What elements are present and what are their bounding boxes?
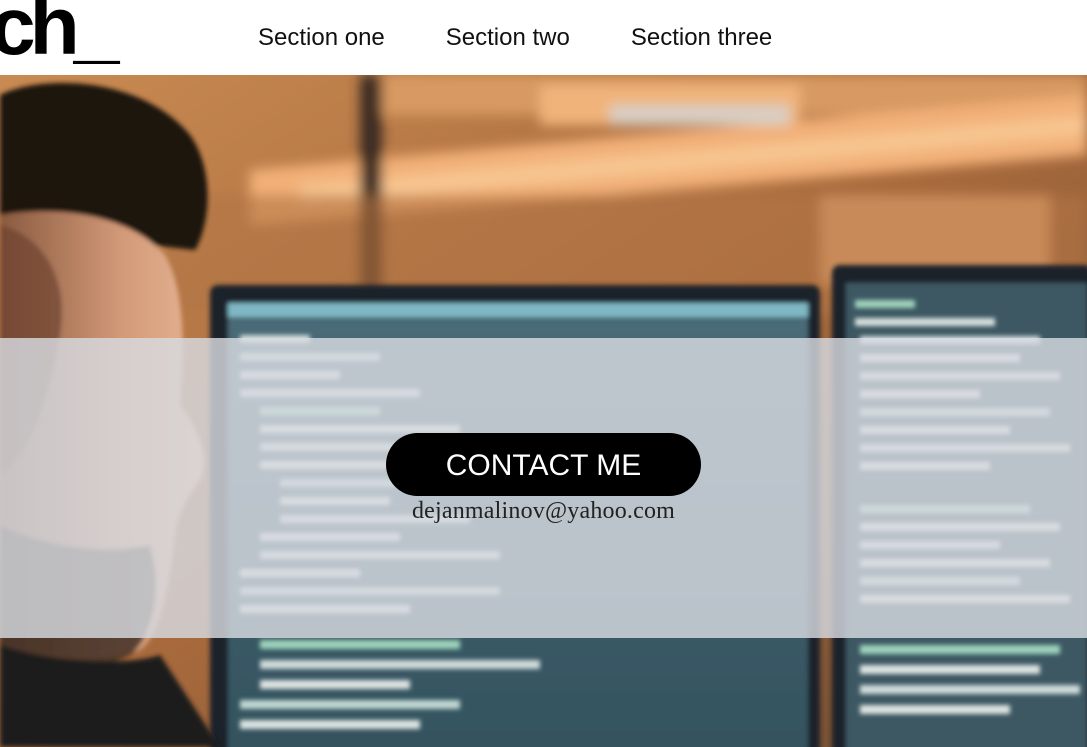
site-logo[interactable]: ch_: [0, 0, 119, 68]
nav-link-section-one[interactable]: Section one: [258, 24, 385, 52]
nav-link-section-two[interactable]: Section two: [446, 24, 570, 52]
nav-link-section-three[interactable]: Section three: [631, 24, 772, 52]
site-header: ch_ Section one Section two Section thre…: [0, 0, 1087, 75]
contact-me-button[interactable]: CONTACT ME: [386, 433, 701, 496]
main-nav: Section one Section two Section three: [258, 24, 772, 52]
contact-email: dejanmalinov@yahoo.com: [411, 498, 676, 524]
